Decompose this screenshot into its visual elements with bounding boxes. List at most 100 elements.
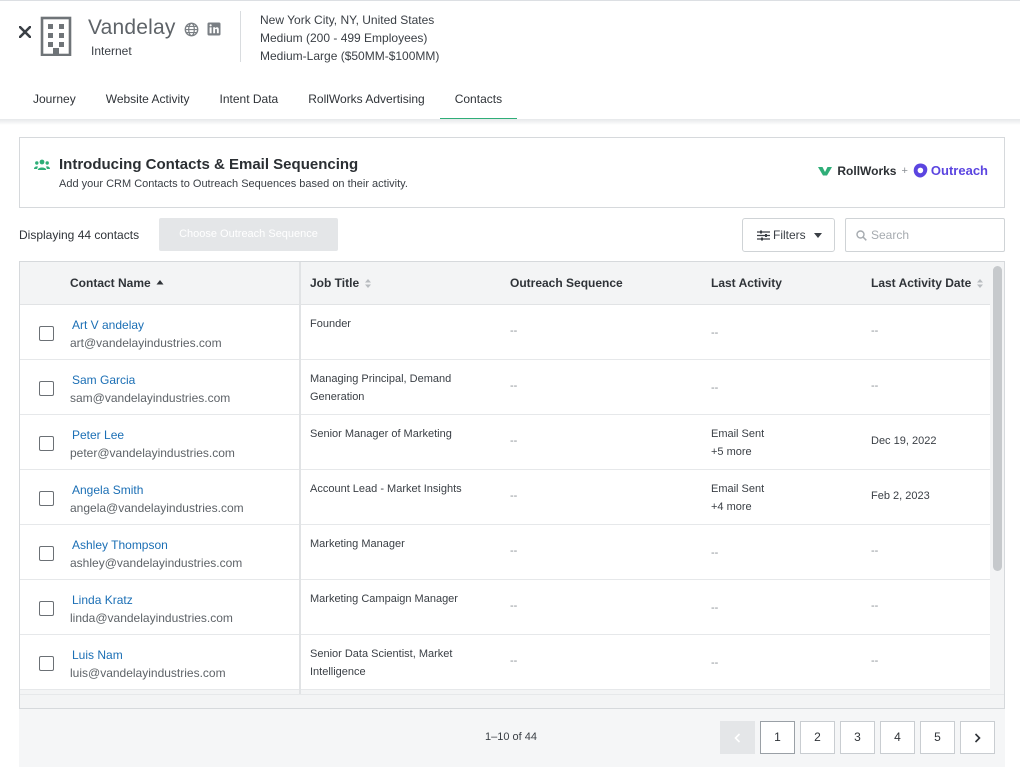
search-box[interactable]	[845, 218, 1005, 252]
column-header-last-activity-date[interactable]: Last Activity Date	[871, 262, 984, 305]
chevron-right-icon	[974, 733, 981, 743]
contact-name-link[interactable]: Sam Garcia	[72, 373, 135, 387]
pagination: 1 2 3 4 5	[720, 721, 1000, 754]
company-meta: New York City, NY, United States Medium …	[260, 11, 439, 65]
company-location: New York City, NY, United States	[260, 13, 435, 27]
header-divider	[240, 11, 241, 62]
contact-name-link[interactable]: Peter Lee	[72, 428, 124, 442]
column-header-job-title-label: Job Title	[310, 276, 360, 290]
tab-website-activity[interactable]: Website Activity	[91, 81, 205, 120]
table-row: Luis Nam luis@vandelayindustries.com Sen…	[20, 635, 990, 690]
last-activity-more[interactable]: +4 more	[711, 499, 764, 517]
last-activity: --	[711, 657, 719, 669]
last-activity-date: --	[871, 325, 879, 337]
page-button-3[interactable]: 3	[840, 721, 875, 754]
table-row: Peter Lee peter@vandelayindustries.com S…	[20, 415, 990, 470]
tab-journey[interactable]: Journey	[18, 81, 91, 120]
job-title: Managing Principal, Demand Generation	[310, 373, 452, 403]
contact-name-link[interactable]: Ashley Thompson	[72, 538, 168, 552]
sort-icon	[365, 279, 372, 288]
page-button-5[interactable]: 5	[920, 721, 955, 754]
vertical-scrollbar-thumb[interactable]	[993, 266, 1002, 571]
page-button-1[interactable]: 1	[760, 721, 795, 754]
column-header-job-title[interactable]: Job Title	[310, 262, 372, 305]
chevron-left-icon	[734, 733, 741, 743]
last-activity: Email Sent +4 more	[711, 481, 764, 516]
outreach-sequence: --	[510, 380, 518, 392]
table-row: Linda Kratz linda@vandelayindustries.com…	[20, 580, 990, 635]
linkedin-icon[interactable]	[207, 22, 221, 36]
table-row: Angela Smith angela@vandelayindustries.c…	[20, 470, 990, 525]
company-employees: Medium (200 - 499 Employees)	[260, 31, 428, 45]
row-checkbox[interactable]	[39, 546, 54, 561]
contact-email: angela@vandelayindustries.com	[70, 501, 244, 515]
outreach-logo-icon	[913, 163, 928, 178]
table-row: Ashley Thompson ashley@vandelayindustrie…	[20, 525, 990, 580]
tab-contacts[interactable]: Contacts	[439, 81, 518, 120]
last-activity: Email Sent +5 more	[711, 426, 764, 461]
contact-name-link[interactable]: Angela Smith	[72, 483, 143, 497]
company-revenue: Medium-Large ($50MM-$100MM)	[260, 49, 440, 63]
rollworks-label: RollWorks	[837, 163, 897, 178]
brand-plus: +	[901, 164, 908, 177]
search-input[interactable]	[871, 228, 1001, 242]
outreach-sequence: --	[510, 435, 518, 447]
company-name: Vandelay	[88, 16, 176, 39]
column-header-outreach-sequence: Outreach Sequence	[510, 262, 623, 305]
contact-email: luis@vandelayindustries.com	[70, 666, 226, 680]
row-checkbox[interactable]	[39, 601, 54, 616]
last-activity: --	[711, 327, 719, 339]
page-button-2[interactable]: 2	[800, 721, 835, 754]
column-header-last-activity-date-label: Last Activity Date	[871, 276, 972, 290]
job-title: Senior Manager of Marketing	[310, 428, 452, 440]
rollworks-logo-icon	[818, 166, 833, 175]
contact-name-link[interactable]: Luis Nam	[72, 648, 123, 662]
job-title: Marketing Campaign Manager	[310, 593, 458, 605]
filters-button[interactable]: Filters	[742, 218, 835, 252]
tab-rollworks-advertising[interactable]: RollWorks Advertising	[293, 81, 439, 120]
contact-name-link[interactable]: Linda Kratz	[72, 593, 133, 607]
choose-sequence-button[interactable]: Choose Outreach Sequence	[159, 218, 338, 251]
last-activity-type: Email Sent	[711, 483, 765, 495]
outreach-sequence: --	[510, 490, 518, 502]
job-title: Senior Data Scientist, Market Intelligen…	[310, 648, 453, 678]
last-activity: --	[711, 602, 719, 614]
last-activity-date: Feb 2, 2023	[871, 490, 930, 502]
tab-intent-data[interactable]: Intent Data	[205, 81, 294, 120]
row-checkbox[interactable]	[39, 491, 54, 506]
column-header-contact-name[interactable]: Contact Name	[70, 262, 164, 305]
close-button[interactable]	[17, 22, 33, 42]
outreach-sequence: --	[510, 545, 518, 557]
last-activity-date: --	[871, 545, 879, 557]
table-row: Art V andelay art@vandelayindustries.com…	[20, 305, 990, 360]
page-button-4[interactable]: 4	[880, 721, 915, 754]
contact-email: ashley@vandelayindustries.com	[70, 556, 243, 570]
sticky-column-divider	[299, 262, 301, 694]
company-header: Vandelay Internet New York City, NY, Uni…	[0, 1, 1020, 120]
pagination-range: 1–10 of 44	[485, 731, 537, 743]
job-title: Founder	[310, 318, 351, 330]
last-activity-date: Dec 19, 2022	[871, 435, 937, 447]
last-activity-more[interactable]: +5 more	[711, 444, 764, 462]
globe-icon[interactable]	[184, 22, 199, 37]
table-header: Contact Name Job Title Outreach Sequence…	[20, 262, 990, 305]
row-checkbox[interactable]	[39, 436, 54, 451]
last-activity: --	[711, 547, 719, 559]
close-icon[interactable]	[18, 25, 32, 39]
column-header-contact-name-label: Contact Name	[70, 276, 151, 290]
horizontal-scrollbar[interactable]	[20, 694, 1004, 708]
outreach-sequence: --	[510, 600, 518, 612]
row-checkbox[interactable]	[39, 326, 54, 341]
column-header-outreach-sequence-label: Outreach Sequence	[510, 276, 623, 290]
previous-page-button[interactable]	[720, 721, 755, 754]
row-checkbox[interactable]	[39, 656, 54, 671]
users-icon	[34, 159, 50, 170]
filter-sliders-icon	[757, 230, 770, 240]
chevron-down-icon	[813, 232, 822, 238]
filters-label: Filters	[773, 228, 806, 242]
intro-banner: Introducing Contacts & Email Sequencing …	[19, 137, 1005, 208]
contact-name-link[interactable]: Art V andelay	[72, 318, 144, 332]
next-page-button[interactable]	[960, 721, 995, 754]
contact-email: peter@vandelayindustries.com	[70, 446, 235, 460]
row-checkbox[interactable]	[39, 381, 54, 396]
